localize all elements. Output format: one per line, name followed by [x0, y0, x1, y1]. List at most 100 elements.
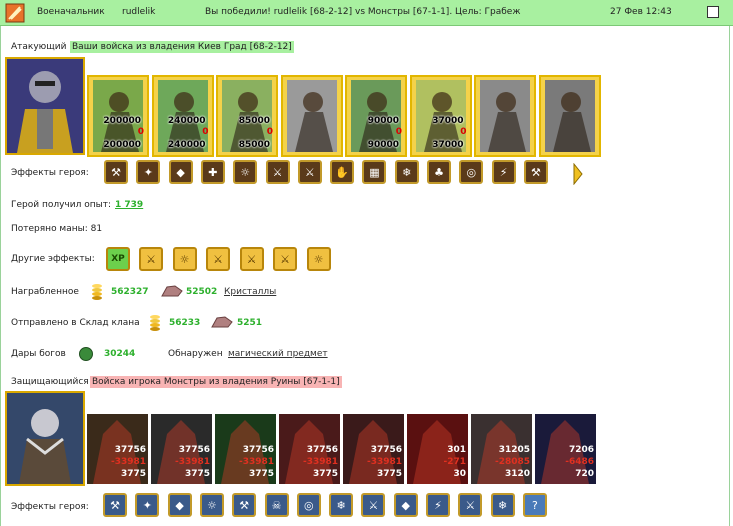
- other-effect-icon[interactable]: ⚔: [139, 247, 163, 271]
- mana-lost: Потеряно маны: 81: [11, 224, 103, 234]
- unit-count: 37000: [432, 116, 464, 126]
- exp-label: Герой получил опыт:: [11, 200, 111, 210]
- defender-unit-loss: -28085: [494, 457, 530, 467]
- attacker-unit-1[interactable]: 200000 0 200000: [87, 75, 149, 157]
- defender-hero-effect-icon[interactable]: ❄: [329, 493, 354, 517]
- attacker-unit-4[interactable]: [280, 75, 343, 157]
- defender-hero-effect-icon[interactable]: ❄: [490, 493, 515, 517]
- defender-unit-loss: -33981: [110, 457, 146, 467]
- defender-unit-6[interactable]: 301 -271 30: [407, 414, 468, 484]
- defender-unit-1[interactable]: 37756 -33981 3775: [87, 414, 148, 484]
- attacker-hero-effect-icon[interactable]: ⚔: [297, 160, 322, 184]
- defender-unit-loss: -33981: [238, 457, 274, 467]
- unit-count: 85000: [238, 116, 270, 126]
- gold-coins-icon: [150, 315, 160, 331]
- unit-portrait: [544, 80, 595, 152]
- attacker-hero-effect-icon[interactable]: ◎: [459, 160, 484, 184]
- crystals-link[interactable]: Кристаллы: [224, 287, 276, 297]
- unit-portrait: [286, 80, 337, 152]
- attacker-hero-effect-icon[interactable]: ✚: [200, 160, 225, 184]
- defender-banner: Войска игрока Монстры из владения Руины …: [90, 376, 342, 388]
- defender-hero-effect-icon[interactable]: ⚒: [103, 493, 127, 517]
- other-effect-icon[interactable]: ☼: [172, 247, 197, 271]
- attacker-unit-8[interactable]: [538, 75, 601, 157]
- defender-unit-remaining: 3775: [248, 469, 274, 479]
- attacker-hero-effect-icon[interactable]: ✋: [330, 160, 355, 184]
- exp-value[interactable]: 1 739: [115, 200, 143, 210]
- attacker-hero-effect-icon[interactable]: ⚔: [265, 160, 290, 184]
- defender-hero-effect-icon[interactable]: ☼: [199, 493, 224, 517]
- crystal-icon: [211, 316, 233, 328]
- attacker-hero-effect-icon[interactable]: ⚡: [491, 160, 516, 184]
- attacker-unit-5[interactable]: 90000 0 90000: [345, 75, 407, 157]
- defender-unit-remaining: 30: [453, 469, 466, 479]
- defender-unit-4[interactable]: 37756 -33981 3775: [279, 414, 340, 484]
- defender-unit-5[interactable]: 37756 -33981 3775: [343, 414, 404, 484]
- other-effect-icon[interactable]: ⚔: [273, 247, 297, 271]
- defender-unit-7[interactable]: 31205 -28085 3120: [471, 414, 532, 484]
- player-name[interactable]: rudlelik: [122, 7, 155, 17]
- defender-hero-effect-icon[interactable]: ✦: [135, 493, 160, 517]
- defender-hero-portrait[interactable]: [5, 391, 85, 486]
- loot-crystal-value: 52502: [186, 287, 218, 297]
- defender-hero-effect-icon[interactable]: ◆: [393, 493, 418, 517]
- unit-portrait: [480, 80, 530, 152]
- defender-unit-3[interactable]: 37756 -33981 3775: [215, 414, 276, 484]
- unit-remaining: 240000: [167, 140, 206, 150]
- attacker-unit-7[interactable]: [474, 75, 536, 157]
- gods-gift-icon: [79, 347, 93, 361]
- unit-count: 200000: [103, 116, 141, 126]
- defender-unit-remaining: 3775: [184, 469, 210, 479]
- defender-unit-remaining: 3775: [120, 469, 146, 479]
- loot-gold-value: 562327: [111, 287, 149, 297]
- clan-storage-label: Отправлено в Склад клана: [11, 318, 140, 328]
- attacker-hero-portrait[interactable]: [5, 57, 85, 155]
- attacker-hero-effects-label: Эффекты героя:: [11, 168, 89, 178]
- defender-unit-count: 37756: [306, 445, 338, 455]
- defender-unit-loss: -33981: [366, 457, 402, 467]
- magic-item-link[interactable]: магический предмет: [228, 349, 328, 359]
- other-effect-icon[interactable]: ☼: [306, 247, 331, 271]
- defender-hero-effect-icon[interactable]: ◎: [296, 493, 321, 517]
- attacker-label: Атакующий: [11, 42, 67, 52]
- unit-loss: 0: [266, 127, 273, 137]
- attacker-unit-2[interactable]: 240000 0 240000: [151, 75, 214, 157]
- attacker-unit-3[interactable]: 85000 0 85000: [216, 75, 278, 157]
- other-effect-icon[interactable]: ⚔: [206, 247, 230, 271]
- attacker-hero-effect-icon[interactable]: ✦: [136, 160, 161, 184]
- attacker-hero-effect-icon[interactable]: ⚒: [523, 160, 548, 184]
- found-label: Обнаружен: [168, 349, 223, 359]
- unit-remaining: 85000: [238, 140, 270, 150]
- select-checkbox[interactable]: [707, 6, 719, 18]
- other-effects-label: Другие эффекты:: [11, 254, 95, 264]
- attacker-hero-effect-icon[interactable]: ☼: [233, 160, 258, 184]
- unit-loss: 0: [137, 127, 144, 137]
- defender-hero-effect-icon[interactable]: ☠: [264, 493, 289, 517]
- scroll-right-arrow-icon[interactable]: [573, 162, 583, 186]
- defender-unit-2[interactable]: 37756 -33981 3775: [151, 414, 212, 484]
- attacker-hero-effect-icon[interactable]: ◆: [168, 160, 193, 184]
- attacker-hero-effect-icon[interactable]: ❄: [394, 160, 419, 184]
- defender-unit-loss: -33981: [302, 457, 338, 467]
- gods-gifts-value: 30244: [104, 349, 136, 359]
- unknown-effect-icon[interactable]: ?: [522, 493, 547, 517]
- defender-hero-effect-icon[interactable]: ⚔: [361, 493, 386, 517]
- defender-unit-count: 37756: [242, 445, 274, 455]
- unit-remaining: 90000: [367, 140, 399, 150]
- defender-unit-count: 301: [447, 445, 466, 455]
- defender-hero-effect-icon[interactable]: ⚒: [232, 493, 257, 517]
- other-effect-icon[interactable]: ⚔: [239, 247, 264, 271]
- defender-hero-effect-icon[interactable]: ⚔: [458, 493, 483, 517]
- attacker-hero-effect-icon[interactable]: ♣: [427, 160, 451, 184]
- attacker-hero-effect-icon[interactable]: ⚒: [104, 160, 128, 184]
- attacker-hero-effect-icon[interactable]: ▦: [362, 160, 387, 184]
- attacker-banner: Ваши войска из владения Киев Град [68-2-…: [70, 41, 294, 53]
- defender-unit-remaining: 3775: [376, 469, 402, 479]
- defender-hero-effect-icon[interactable]: ⚡: [426, 493, 450, 517]
- defender-hero-effect-icon[interactable]: ◆: [167, 493, 192, 517]
- xp-effect-icon[interactable]: XP: [106, 247, 130, 271]
- attacker-unit-6[interactable]: 37000 0 37000: [409, 75, 472, 157]
- defender-unit-8[interactable]: 7206 -6486 720: [535, 414, 596, 484]
- defender-unit-remaining: 720: [575, 469, 594, 479]
- defender-unit-count: 7206: [568, 445, 594, 455]
